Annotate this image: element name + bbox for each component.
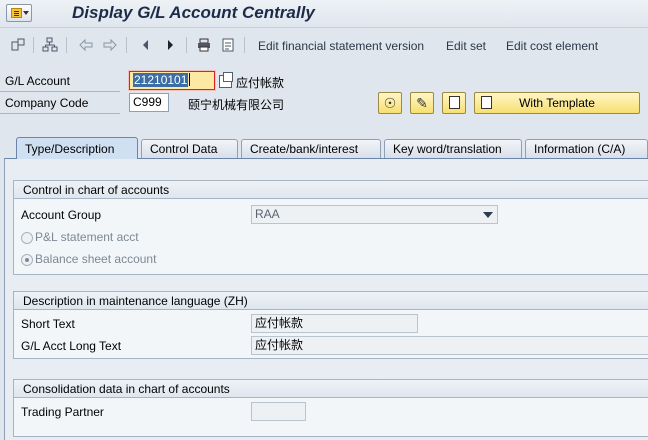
edit-fs-version-link[interactable]: Edit financial statement version [258,39,424,53]
long-text-label: G/L Acct Long Text [21,339,122,353]
trading-partner-label: Trading Partner [21,405,104,419]
previous-icon[interactable] [138,37,154,53]
short-text-label: Short Text [21,317,75,331]
copy-icon[interactable] [219,72,233,88]
account-group-label: Account Group [21,208,102,222]
gl-account-field[interactable]: 21210101 [129,71,215,90]
tab-keyword-translation[interactable]: Key word/translation [384,139,522,159]
toolbar-separator [186,37,187,53]
short-text-field[interactable]: 应付帐款 [251,314,418,333]
tab-strip: Type/Description Control Data Create/ban… [16,137,648,159]
create-button[interactable] [442,92,466,114]
gl-account-description: 应付帐款 [236,76,285,90]
system-menu-button[interactable] [6,4,32,22]
edit-set-link[interactable]: Edit set [446,39,486,53]
company-code-field[interactable]: C999 [129,93,169,112]
divider [0,113,120,114]
previous-entry-icon[interactable] [78,37,94,53]
group-title: Control in chart of accounts [14,181,648,199]
tab-type-description[interactable]: Type/Description [16,137,138,159]
text-cursor [189,73,191,86]
with-template-label: With Template [519,96,595,110]
print-icon[interactable] [196,37,212,53]
hierarchy-icon[interactable] [42,37,58,53]
description-group: Description in maintenance language (ZH)… [13,291,648,359]
title-bar: Display G/L Account Centrally [0,0,648,28]
tab-information-ca[interactable]: Information (C/A) [525,139,648,159]
group-title: Consolidation data in chart of accounts [14,380,648,398]
toolbar-separator [244,37,245,53]
long-text-field[interactable]: 应付帐款 [251,336,648,355]
gl-account-value: 21210101 [133,73,189,87]
account-group-value: RAA [255,207,280,221]
other-object-icon[interactable] [10,37,26,53]
with-template-button[interactable]: With Template [474,92,640,114]
edit-button[interactable]: ✎ [410,92,434,114]
edit-cost-element-link[interactable]: Edit cost element [506,39,598,53]
balance-sheet-label: Balance sheet account [35,252,157,266]
notes-icon[interactable] [220,37,236,53]
page-title: Display G/L Account Centrally [72,3,315,22]
group-title: Description in maintenance language (ZH) [14,292,648,310]
balance-sheet-radio[interactable] [21,254,33,266]
account-group-dropdown[interactable]: RAA [251,205,498,224]
chevron-down-icon [23,11,29,15]
pl-statement-radio[interactable] [21,232,33,244]
toolbar-separator [126,37,127,53]
application-toolbar: Edit financial statement version Edit se… [0,32,648,58]
divider [0,91,120,92]
next-entry-icon[interactable] [102,37,118,53]
chevron-down-icon [483,212,493,218]
create-icon [448,96,460,109]
menu-icon [11,8,22,18]
tab-panel-type-description: Control in chart of accounts Account Gro… [4,158,648,440]
company-code-label: Company Code [5,96,89,110]
consolidation-group: Consolidation data in chart of accounts … [13,379,648,437]
trading-partner-field[interactable] [251,402,306,421]
toolbar-separator [66,37,67,53]
glasses-button[interactable]: ☉ [378,92,402,114]
control-group: Control in chart of accounts Account Gro… [13,180,648,275]
tab-control-data[interactable]: Control Data [141,139,238,159]
toolbar-separator [33,37,34,53]
gl-account-label: G/L Account [5,74,70,88]
pencil-icon: ✎ [416,95,428,111]
glasses-icon: ☉ [383,95,397,111]
next-icon[interactable] [162,37,178,53]
tab-create-bank-interest[interactable]: Create/bank/interest [241,139,381,159]
template-icon [481,96,492,109]
company-name: 颐宁机械有限公司 [188,98,285,112]
pl-statement-label: P&L statement acct [35,230,139,244]
